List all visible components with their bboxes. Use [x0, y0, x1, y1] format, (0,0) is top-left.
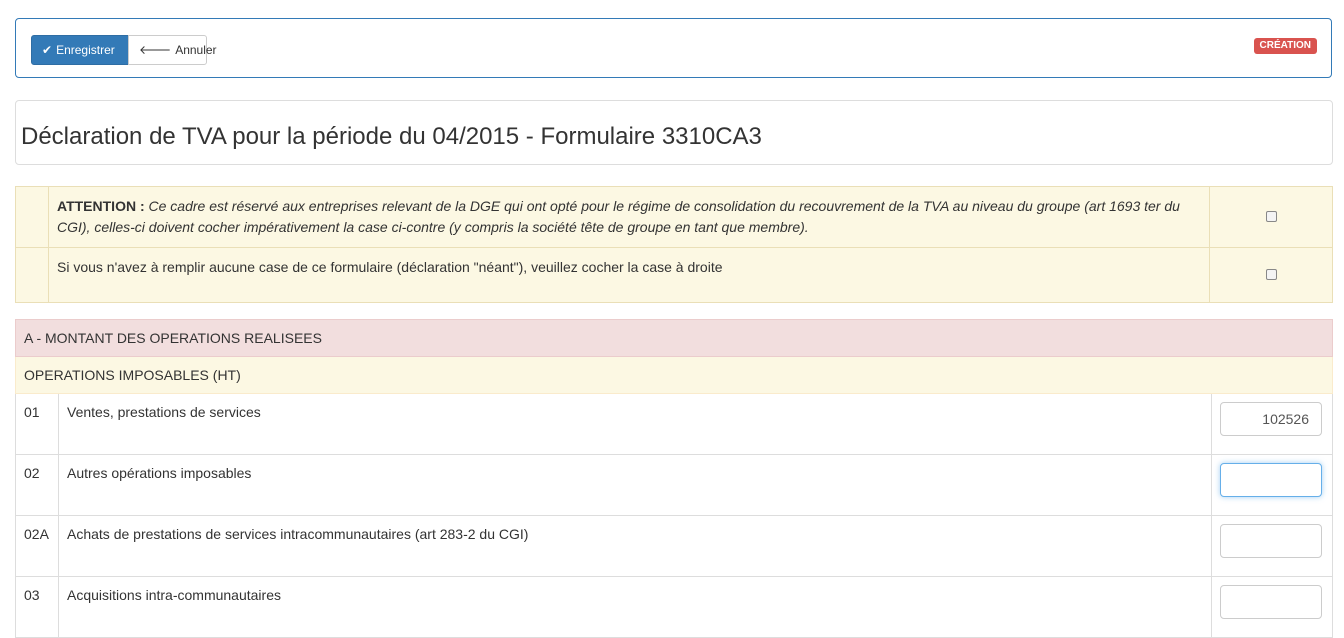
cancel-button-label: Annuler	[175, 43, 217, 57]
notice-text-cell: ATTENTION : Ce cadre est réservé aux ent…	[48, 186, 1210, 248]
status-badge: CRÉATION	[1253, 38, 1317, 54]
line-label: Achats de prestations de services intrac…	[58, 515, 1212, 577]
cancel-button[interactable]: 🡐 Annuler	[128, 35, 217, 65]
table-row: 03 Acquisitions intra-communautaires	[15, 576, 1333, 638]
line-input-cell	[1211, 515, 1333, 577]
neant-checkbox[interactable]	[1265, 269, 1277, 280]
line-label: Autres opérations imposables	[58, 454, 1212, 516]
table-row: 01 Ventes, prestations de services	[15, 393, 1333, 455]
line-02-input[interactable]	[1220, 463, 1322, 497]
section-subheader-row: OPERATIONS IMPOSABLES (HT)	[15, 356, 1333, 394]
notice-row-dge: ATTENTION : Ce cadre est réservé aux ent…	[15, 186, 1333, 248]
notice-text: Si vous n'avez à remplir aucune case de …	[57, 259, 723, 275]
notice-checkbox-cell	[1209, 186, 1333, 248]
check-icon: ✔	[42, 43, 53, 57]
notice-spacer	[15, 186, 49, 248]
line-code: 02A	[15, 515, 59, 577]
toolbar-panel: ✔ Enregistrer 🡐 Annuler CRÉATION	[15, 18, 1332, 78]
line-code: 02	[15, 454, 59, 516]
save-button-label: Enregistrer	[56, 43, 115, 57]
line-input-cell	[1211, 393, 1333, 455]
notice-spacer	[15, 247, 49, 303]
notice-lead: ATTENTION :	[57, 198, 145, 214]
line-02a-input[interactable]	[1220, 524, 1322, 558]
line-label: Ventes, prestations de services	[58, 393, 1212, 455]
line-input-cell	[1211, 454, 1333, 516]
line-code: 03	[15, 576, 59, 638]
notice-table: ATTENTION : Ce cadre est réservé aux ent…	[15, 186, 1333, 303]
notice-text: Ce cadre est réservé aux entreprises rel…	[57, 198, 1180, 235]
line-01-input[interactable]	[1220, 402, 1322, 436]
arrow-left-icon: 🡐	[139, 43, 172, 57]
dge-consolidation-checkbox[interactable]	[1265, 211, 1277, 222]
save-button[interactable]: ✔ Enregistrer	[31, 35, 129, 65]
table-row: 02 Autres opérations imposables	[15, 454, 1333, 516]
notice-checkbox-cell	[1209, 247, 1333, 303]
line-label: Acquisitions intra-communautaires	[58, 576, 1212, 638]
line-input-cell	[1211, 576, 1333, 638]
notice-row-neant: Si vous n'avez à remplir aucune case de …	[15, 247, 1333, 303]
notice-text-cell: Si vous n'avez à remplir aucune case de …	[48, 247, 1210, 303]
line-code: 01	[15, 393, 59, 455]
title-panel: Déclaration de TVA pour la période du 04…	[15, 100, 1333, 165]
table-row: 02A Achats de prestations de services in…	[15, 515, 1333, 577]
line-03-input[interactable]	[1220, 585, 1322, 619]
section-subtitle: OPERATIONS IMPOSABLES (HT)	[15, 356, 1333, 394]
page-title: Déclaration de TVA pour la période du 04…	[21, 123, 762, 150]
operations-table: A - MONTANT DES OPERATIONS REALISEES OPE…	[15, 319, 1333, 638]
section-header-row: A - MONTANT DES OPERATIONS REALISEES	[15, 319, 1333, 357]
section-title: A - MONTANT DES OPERATIONS REALISEES	[15, 319, 1333, 357]
